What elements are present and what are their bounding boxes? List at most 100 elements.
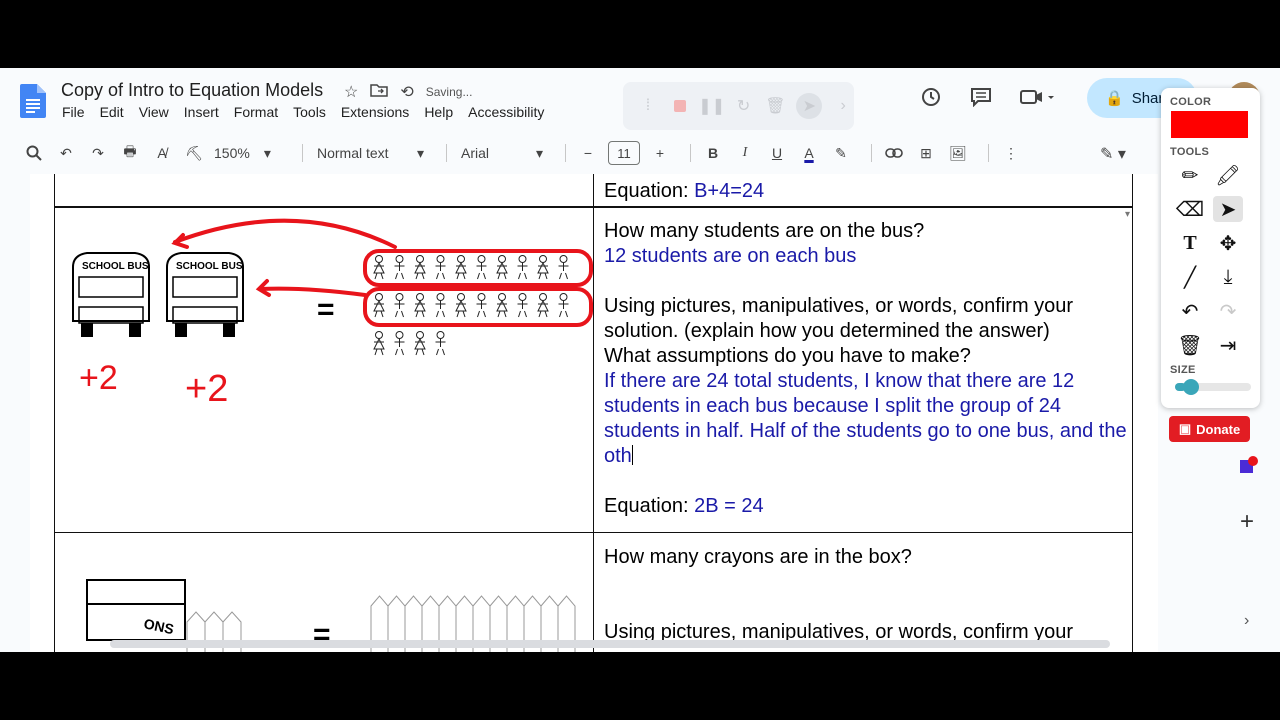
student-figure — [517, 293, 528, 318]
tools-label: TOOLS — [1170, 146, 1210, 158]
spellcheck-icon[interactable]: A̸ — [150, 139, 174, 167]
student-figure — [373, 331, 385, 356]
comments-icon[interactable] — [970, 87, 992, 113]
donate-button[interactable]: ▣ Donate — [1169, 416, 1250, 442]
menu-view[interactable]: View — [139, 104, 169, 120]
pause-icon[interactable]: ❚❚ — [698, 95, 725, 117]
font-select[interactable]: Arial ▾ — [457, 139, 547, 167]
student-figure — [517, 255, 528, 280]
chevron-down-icon: ▾ — [263, 144, 271, 161]
sync-icon: ⟲ — [400, 84, 414, 101]
menu-tools[interactable]: Tools — [293, 104, 326, 120]
decrease-font-button[interactable]: − — [576, 139, 600, 167]
question-text: How many students are on the bus? — [604, 220, 925, 242]
insert-image-icon[interactable]: 🖼 — [946, 139, 970, 167]
equation-value: 2B = 24 — [694, 495, 764, 517]
star-icon[interactable]: ☆ — [344, 82, 358, 102]
text-color-button[interactable]: A — [797, 139, 821, 167]
collapse-chevron-icon[interactable]: › — [832, 95, 854, 117]
student-figure — [373, 255, 385, 280]
table-cell-right[interactable]: How many students are on the bus? 12 stu… — [604, 219, 1132, 519]
stop-record-icon[interactable] — [669, 95, 691, 117]
recording-controls: ⁞ ❚❚ ↻ 🗑 ➤ › — [623, 82, 854, 130]
color-swatch[interactable] — [1171, 111, 1248, 138]
paragraph-style-select[interactable]: Normal text ▾ — [313, 139, 428, 167]
student-figure — [435, 255, 446, 280]
search-menus-icon[interactable] — [22, 139, 46, 167]
redo-icon[interactable]: ↷ — [86, 139, 110, 167]
color-label: COLOR — [1170, 96, 1212, 108]
divider — [871, 144, 872, 162]
docs-logo-icon[interactable] — [20, 84, 46, 118]
size-slider[interactable] — [1175, 379, 1251, 395]
increase-font-button[interactable]: + — [648, 139, 672, 167]
cell-menu-icon[interactable]: ▾ — [1125, 209, 1130, 220]
table-cell-right[interactable]: How many crayons are in the box? Using p… — [604, 545, 1132, 645]
chevron-down-icon: ▾ — [535, 144, 543, 161]
table-row: ONS = How many crayons are in the box? U… — [54, 532, 1133, 652]
menu-insert[interactable]: Insert — [184, 104, 219, 120]
meet-icon[interactable] — [1020, 88, 1056, 112]
document-title[interactable]: Copy of Intro to Equation Models — [61, 80, 323, 101]
line-icon[interactable]: ╱ — [1175, 264, 1205, 290]
add-comment-icon[interactable]: ⊞ — [914, 139, 938, 167]
italic-button[interactable]: I — [733, 139, 757, 167]
highlight-icon[interactable]: ✎ — [829, 139, 853, 167]
menu-bar: File Edit View Insert Format Tools Exten… — [62, 104, 544, 120]
app-window: Copy of Intro to Equation Models ☆ ⟲ Sav… — [0, 68, 1280, 652]
cursor-mode-icon[interactable]: ➤ — [796, 93, 823, 119]
zoom-value: 150% — [214, 145, 250, 161]
add-addon-icon[interactable]: + — [1240, 508, 1254, 536]
crayons-drawing: ONS = — [86, 579, 576, 652]
font-size-input[interactable]: 11 — [608, 141, 640, 165]
horizontal-scrollbar[interactable] — [110, 640, 1110, 648]
pointer-icon[interactable]: ➤ — [1213, 196, 1243, 222]
divider — [565, 144, 566, 162]
more-options-icon[interactable]: ⋮ — [999, 139, 1023, 167]
menu-extensions[interactable]: Extensions — [341, 104, 409, 120]
menu-file[interactable]: File — [62, 104, 85, 120]
undo-icon[interactable]: ↶ — [54, 139, 78, 167]
delete-recording-icon[interactable]: 🗑 — [765, 95, 787, 117]
undo-draw-icon[interactable]: ↶ — [1175, 298, 1205, 324]
student-figure — [455, 255, 467, 280]
style-value: Normal text — [317, 145, 389, 161]
exit-icon[interactable]: ⇥ — [1213, 332, 1243, 358]
move-icon[interactable]: ✥ — [1213, 230, 1243, 256]
table-row: Equation: B+4=24 — [54, 174, 1133, 208]
version-history-icon[interactable] — [920, 86, 942, 114]
slider-knob[interactable] — [1182, 379, 1199, 395]
move-folder-icon[interactable] — [370, 83, 389, 102]
menu-edit[interactable]: Edit — [100, 104, 124, 120]
link-icon[interactable] — [882, 139, 906, 167]
student-figure — [414, 255, 426, 280]
equation-label: Equation: — [604, 180, 695, 202]
table-cell-right[interactable]: Equation: B+4=24 — [604, 179, 1132, 204]
underline-button[interactable]: U — [765, 139, 789, 167]
trash-icon[interactable]: 🗑 — [1175, 332, 1205, 358]
menu-help[interactable]: Help — [424, 104, 453, 120]
divider — [690, 144, 691, 162]
download-icon[interactable]: ⤓ — [1213, 264, 1243, 290]
expand-panel-chevron-icon[interactable]: › — [1244, 612, 1249, 630]
table-cell-left: ONS = — [55, 532, 594, 652]
zoom-select[interactable]: 150% ▾ — [214, 139, 284, 167]
editing-mode-icon[interactable]: ✎ ▾ — [1100, 144, 1126, 164]
side-panel-app-icon[interactable] — [1240, 456, 1258, 474]
highlighter-icon[interactable]: 🖍 — [1213, 162, 1243, 188]
font-value: Arial — [461, 145, 490, 161]
explanation-text: If there are 24 total students, I know t… — [604, 369, 1132, 469]
pen-icon[interactable]: ✏ — [1175, 162, 1205, 188]
drag-handle-icon[interactable]: ⁞ — [637, 95, 659, 117]
restart-icon[interactable]: ↻ — [733, 95, 755, 117]
bold-button[interactable]: B — [701, 139, 725, 167]
text-tool-icon[interactable]: T — [1175, 230, 1205, 256]
student-figure — [496, 255, 508, 280]
print-icon[interactable]: 🖶 — [118, 139, 142, 167]
eraser-icon[interactable]: ⌫ — [1175, 196, 1205, 222]
redo-draw-icon[interactable]: ↷ — [1213, 298, 1243, 324]
menu-format[interactable]: Format — [234, 104, 278, 120]
menu-accessibility[interactable]: Accessibility — [468, 104, 544, 120]
paint-format-icon[interactable]: ⛏ — [182, 139, 206, 167]
